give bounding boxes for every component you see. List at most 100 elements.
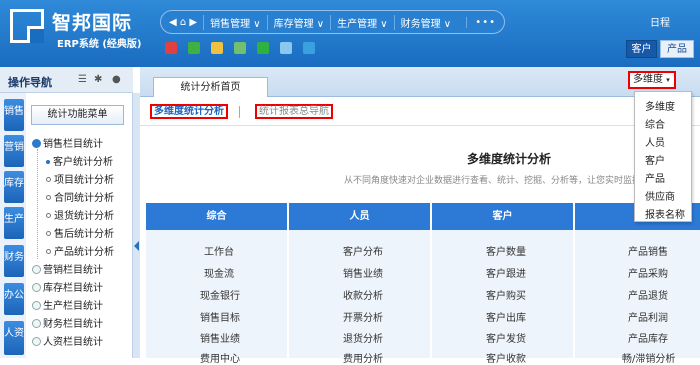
wechat-icon[interactable] <box>257 42 269 54</box>
dropdown-option[interactable]: 供应商 <box>645 188 675 203</box>
main-menu: ◀ ⌂ ▶ 销售管理 ∨ 库存管理 ∨ 生产管理 ∨ 财务管理 ∨ ••• <box>160 10 505 34</box>
grid-link[interactable]: 现金银行 <box>200 287 240 302</box>
tree-item-project[interactable]: 项目统计分析 <box>46 171 114 186</box>
grid-link[interactable]: 销售业绩 <box>343 265 383 280</box>
tree-group-finance[interactable]: 财务栏目统计 <box>32 315 103 330</box>
sidebar-header: 操作导航 ☰ ✱ ● <box>0 67 133 93</box>
bullet-icon <box>46 160 50 164</box>
grid-link[interactable]: 开票分析 <box>343 309 383 324</box>
stats-tree: 统计功能菜单 销售栏目统计 客户统计分析 项目统计分析 合同统计分析 退货统计分… <box>26 93 133 358</box>
tree-item-return[interactable]: 退货统计分析 <box>46 207 114 222</box>
tree-label: 项目统计分析 <box>54 175 114 186</box>
grid-link[interactable]: 工作台 <box>204 243 234 258</box>
grid-link[interactable]: 客户数量 <box>486 243 526 258</box>
grid-link[interactable]: 客户分布 <box>343 243 383 258</box>
vtab-marketing[interactable]: 营销 <box>4 135 24 167</box>
notes-icon[interactable] <box>303 42 315 54</box>
sidebar-title: 操作导航 <box>8 76 52 89</box>
grid-link[interactable]: 收款分析 <box>343 287 383 302</box>
vtab-hr[interactable]: 人资 <box>4 321 24 355</box>
grid-link[interactable]: 产品利润 <box>628 309 668 324</box>
more-menu-button[interactable]: ••• <box>466 16 504 28</box>
collapse-arrow-icon <box>134 241 139 251</box>
nav-arrows-icon[interactable]: ◀ ⌂ ▶ <box>161 17 203 28</box>
mail-icon[interactable] <box>234 42 246 54</box>
tree-label: 合同统计分析 <box>54 193 114 204</box>
tab-stats-home[interactable]: 统计分析首页 <box>153 77 268 98</box>
column-header-customer: 客户 <box>432 203 573 230</box>
tree-group-hr[interactable]: 人资栏目统计 <box>32 333 103 348</box>
divider <box>239 106 240 118</box>
dropdown-option[interactable]: 多维度 <box>645 98 675 113</box>
tree-item-aftersales[interactable]: 售后统计分析 <box>46 225 114 240</box>
grid-link[interactable]: 产品销售 <box>628 243 668 258</box>
tree-label: 财务栏目统计 <box>43 319 103 330</box>
dimension-select-value: 多维度 <box>633 74 663 85</box>
tree-item-product[interactable]: 产品统计分析 <box>46 243 114 258</box>
tree-label: 营销栏目统计 <box>43 265 103 276</box>
menu-item-inventory[interactable]: 库存管理 ∨ <box>266 14 331 30</box>
tree-group-sales[interactable]: 销售栏目统计 <box>32 135 103 150</box>
grid-link[interactable]: 产品采购 <box>628 265 668 280</box>
dropdown-option[interactable]: 人员 <box>645 134 665 149</box>
vtab-finance[interactable]: 财务 <box>4 245 24 277</box>
vtab-production[interactable]: 生产 <box>4 207 24 239</box>
column-header-general: 综合 <box>146 203 287 230</box>
expand-icon <box>32 301 41 310</box>
module-tabs: 销售 营销 库存 生产 财务 办公 人资 <box>0 93 26 358</box>
subnav-report-navigation[interactable]: 统计报表总导航 <box>255 104 333 119</box>
tree-label: 库存栏目统计 <box>43 283 103 294</box>
expand-icon <box>32 139 41 148</box>
expand-icon <box>32 283 41 292</box>
dimension-dropdown: 多维度 综合 人员 客户 产品 供应商 报表名称 <box>634 91 692 222</box>
tree-item-contract[interactable]: 合同统计分析 <box>46 189 114 204</box>
tree-group-production[interactable]: 生产栏目统计 <box>32 297 103 312</box>
grid-link[interactable]: 客户出库 <box>486 309 526 324</box>
dropdown-option[interactable]: 客户 <box>645 152 665 167</box>
user-icon[interactable]: ● <box>112 74 121 85</box>
phone-icon[interactable] <box>188 42 200 54</box>
dropdown-option[interactable]: 报表名称 <box>645 206 685 221</box>
tab-product[interactable]: 产品 <box>660 40 694 58</box>
menu-item-production[interactable]: 生产管理 ∨ <box>330 14 394 30</box>
vtab-sales[interactable]: 销售 <box>4 99 24 131</box>
document-icon[interactable] <box>211 42 223 54</box>
flag-icon[interactable] <box>165 42 177 54</box>
dropdown-option[interactable]: 产品 <box>645 170 665 185</box>
column-header-staff: 人员 <box>289 203 430 230</box>
apps-icon[interactable] <box>280 42 292 54</box>
tree-group-marketing[interactable]: 营销栏目统计 <box>32 261 103 276</box>
grid-link[interactable]: 客户发货 <box>486 330 526 345</box>
dimension-select[interactable]: 多维度 ▾ <box>628 71 676 89</box>
tree-group-inventory[interactable]: 库存栏目统计 <box>32 279 103 294</box>
menu-item-finance[interactable]: 财务管理 ∨ <box>393 14 458 30</box>
grid-link[interactable]: 销售业绩 <box>200 330 240 345</box>
tree-label: 售后统计分析 <box>54 229 114 240</box>
grid-link[interactable]: 产品退货 <box>628 287 668 302</box>
dropdown-option[interactable]: 综合 <box>645 116 665 131</box>
expand-icon <box>32 265 41 274</box>
tree-item-customer[interactable]: 客户统计分析 <box>46 153 113 168</box>
tab-customer[interactable]: 客户 <box>626 40 657 58</box>
tree-label: 销售栏目统计 <box>43 139 103 150</box>
grid-link[interactable]: 退货分析 <box>343 330 383 345</box>
grid-link[interactable]: 现金流 <box>204 265 234 280</box>
bullet-icon <box>46 177 51 182</box>
bullet-icon <box>46 195 51 200</box>
calendar-log-link[interactable]: 日程 <box>650 14 670 29</box>
stats-function-menu-button[interactable]: 统计功能菜单 <box>31 105 124 125</box>
quick-icons <box>165 42 315 54</box>
list-icon[interactable]: ☰ <box>78 74 87 85</box>
subnav-multidimensional[interactable]: 多维度统计分析 <box>150 104 228 119</box>
menu-item-sales[interactable]: 销售管理 ∨ <box>203 14 267 30</box>
vtab-office[interactable]: 办公 <box>4 283 24 315</box>
bullet-icon <box>46 231 51 236</box>
settings-icon[interactable]: ✱ <box>94 74 102 85</box>
grid-link[interactable]: 销售目标 <box>200 309 240 324</box>
sidebar-collapse-bar[interactable] <box>133 93 140 358</box>
grid-link[interactable]: 客户跟进 <box>486 265 526 280</box>
grid-link[interactable]: 客户购买 <box>486 287 526 302</box>
vtab-inventory[interactable]: 库存 <box>4 171 24 203</box>
grid-link[interactable]: 产品库存 <box>628 330 668 345</box>
top-bar: 智邦国际 ERP系统 (经典版) ◀ ⌂ ▶ 销售管理 ∨ 库存管理 ∨ 生产管… <box>0 0 700 67</box>
